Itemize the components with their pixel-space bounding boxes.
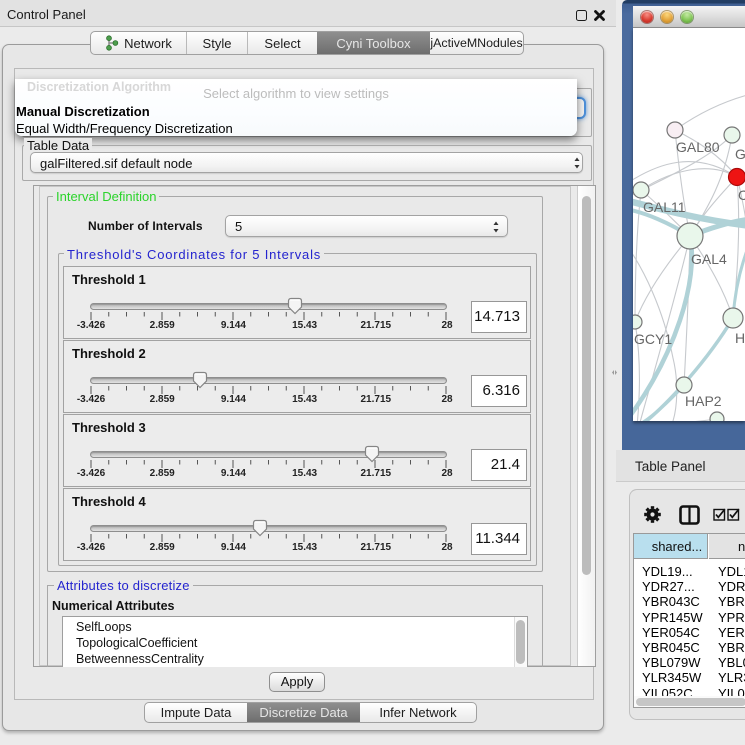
svg-text:C: C: [738, 187, 745, 203]
svg-text:GCY1: GCY1: [634, 331, 672, 347]
svg-text:GAL80: GAL80: [676, 139, 720, 155]
svg-text:GA: GA: [735, 146, 745, 162]
svg-text:GAL11: GAL11: [643, 199, 686, 215]
svg-text:GAL4: GAL4: [691, 251, 727, 267]
svg-text:HAP2: HAP2: [685, 393, 722, 409]
svg-text:H: H: [735, 330, 745, 346]
